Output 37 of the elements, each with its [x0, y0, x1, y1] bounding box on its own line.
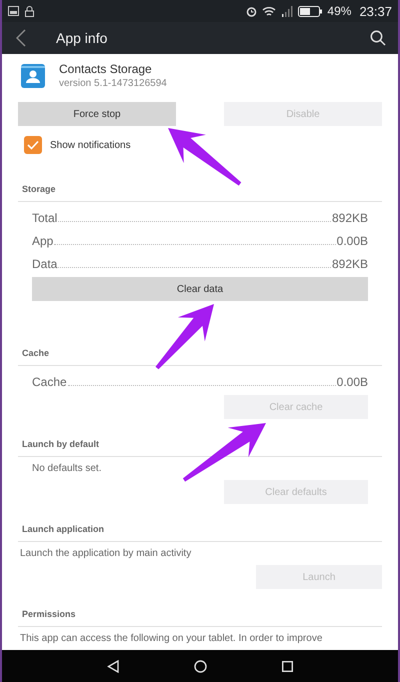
section-text: This app can access the following on your tablet. In order to improve [19, 633, 324, 644]
wifi-icon [262, 6, 276, 16]
row-label: Data [32, 257, 58, 271]
signal-icon [281, 6, 294, 16]
section-heading: Launch application [21, 524, 106, 534]
section-button[interactable]: Clear data [32, 277, 368, 301]
app-name: Contacts Storage [59, 62, 153, 76]
section-heading: Storage [21, 184, 57, 194]
check-icon [27, 140, 39, 150]
section-heading: Permissions [21, 609, 77, 619]
search-icon[interactable] [370, 30, 386, 46]
contacts-app-icon [21, 62, 45, 88]
row-label: Total [32, 211, 58, 225]
battery-percentage: 49% [327, 4, 352, 18]
section-text: Launch the application by main activity [19, 548, 192, 559]
toolbar-title: App info [56, 30, 108, 46]
recents-icon[interactable] [282, 660, 293, 672]
row-label: Cache [32, 375, 67, 389]
section-heading: Launch by default [21, 439, 100, 449]
checkbox[interactable] [24, 136, 42, 154]
row-label: App [32, 234, 54, 248]
battery-icon [298, 6, 322, 16]
row-value: 0.00B [336, 375, 368, 389]
section-text: No defaults set. [31, 463, 102, 474]
checkbox-label: Show notifications [50, 140, 131, 150]
clock-time: 23:37 [359, 4, 392, 18]
row-value: 892KB [332, 257, 368, 271]
alarm-icon [246, 6, 258, 16]
section-heading: Cache [21, 348, 50, 358]
home-icon[interactable] [194, 660, 207, 672]
arrow [156, 304, 214, 370]
row-value: 892KB [332, 211, 368, 225]
lock-icon [25, 6, 34, 16]
image-icon [8, 6, 19, 16]
action-button[interactable]: Force stop [18, 102, 176, 126]
app-version: version 5.1-1473126594 [59, 78, 167, 89]
row-value: 0.00B [336, 234, 368, 248]
